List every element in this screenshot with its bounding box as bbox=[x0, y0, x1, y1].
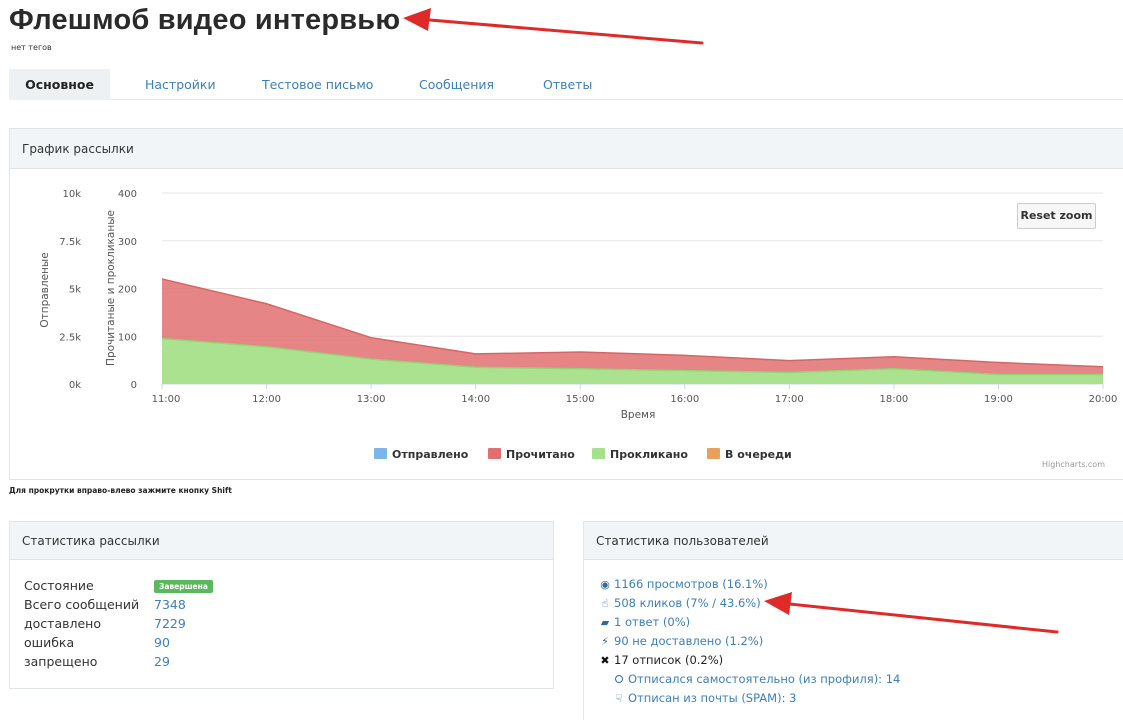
stat-row-forbidden: запрещено 29 bbox=[24, 652, 544, 671]
mailing-stats-title: Статистика рассылки bbox=[10, 522, 553, 560]
x-tick-label: 13:00 bbox=[357, 394, 386, 405]
y-right-axis-title: Прочитаные и прокликаные bbox=[105, 210, 117, 366]
stat-row-delivered: доставлено 7229 bbox=[24, 614, 544, 633]
stat-undelivered[interactable]: ⚡ 90 не доставлено (1.2%) bbox=[598, 632, 763, 651]
user-stats-title: Статистика пользователей bbox=[584, 522, 1123, 560]
x-tick-label: 20:00 bbox=[1089, 394, 1118, 405]
legend-swatch bbox=[592, 448, 605, 459]
stat-unsub-profile[interactable]: ⭘ Отписался самостоятельно (из профиля): … bbox=[612, 670, 901, 689]
thumbs-down-icon: ☟ bbox=[615, 692, 623, 705]
x-tick-label: 15:00 bbox=[566, 394, 595, 405]
x-tick-label: 19:00 bbox=[984, 394, 1013, 405]
close-icon: ✖ bbox=[600, 654, 610, 667]
x-tick-label: 17:00 bbox=[775, 394, 804, 405]
stat-label: Состояние bbox=[24, 578, 94, 593]
x-tick-label: 16:00 bbox=[670, 394, 699, 405]
stat-clicks[interactable]: ☝ 508 кликов (7% / 43.6%) bbox=[598, 594, 761, 613]
x-tick-label: 11:00 bbox=[152, 394, 181, 405]
y-right-tick-label: 400 bbox=[118, 189, 137, 200]
legend-item: В очереди bbox=[725, 448, 792, 461]
stat-answers[interactable]: ▰ 1 ответ (0%) bbox=[598, 613, 690, 632]
x-tick-label: 14:00 bbox=[461, 394, 490, 405]
y-right-tick-label: 100 bbox=[118, 332, 137, 343]
comment-icon: ▰ bbox=[600, 616, 610, 629]
legend-swatch bbox=[488, 448, 501, 459]
bolt-icon: ⚡ bbox=[601, 635, 609, 648]
y-left-axis-title: Отправленые bbox=[39, 252, 51, 327]
stat-value-link[interactable]: 90 bbox=[154, 633, 170, 652]
stat-value-link[interactable]: 7229 bbox=[154, 614, 186, 633]
tab-answers[interactable]: Ответы bbox=[543, 69, 592, 100]
page-title: Флешмоб видео интервью bbox=[9, 4, 401, 36]
y-left-tick-label: 0k bbox=[69, 380, 81, 391]
stat-row-status: Состояние Завершена bbox=[24, 576, 544, 595]
stat-unsub-spam[interactable]: ☟ Отписан из почты (SPAM): 3 bbox=[612, 689, 797, 708]
stat-label: запрещено bbox=[24, 654, 98, 669]
x-tick-label: 18:00 bbox=[879, 394, 908, 405]
tab-messages[interactable]: Сообщения bbox=[419, 69, 494, 100]
stat-value-link[interactable]: 29 bbox=[154, 652, 170, 671]
stat-label: ошибка bbox=[24, 635, 75, 650]
tab-bar: Основное Настройки Тестовое письмо Сообщ… bbox=[9, 69, 1123, 100]
y-left-tick-label: 2.5k bbox=[59, 332, 81, 343]
y-left-tick-label: 7.5k bbox=[59, 237, 81, 248]
status-badge: Завершена bbox=[154, 580, 213, 593]
tab-test-letter[interactable]: Тестовое письмо bbox=[262, 69, 373, 100]
y-right-tick-label: 200 bbox=[118, 285, 137, 296]
stat-label: Всего сообщений bbox=[24, 597, 140, 612]
stat-row-total: Всего сообщений 7348 bbox=[24, 595, 544, 614]
chart-panel-title: График рассылки bbox=[10, 129, 1123, 169]
ban-icon: ⭘ bbox=[614, 673, 624, 686]
y-right-tick-label: 300 bbox=[118, 237, 137, 248]
user-stats-panel: Статистика пользователей ◉ 1166 просмотро… bbox=[583, 521, 1123, 720]
x-tick-label: 12:00 bbox=[252, 394, 281, 405]
tab-main[interactable]: Основное bbox=[9, 69, 110, 100]
stat-label: доставлено bbox=[24, 616, 101, 631]
mailing-chart[interactable]: 0k 2.5k 5k 7.5k 10k 0 100 200 300 400 Отправленые П… bbox=[10, 170, 1123, 480]
legend-item: Прокликано bbox=[610, 448, 688, 461]
y-right-tick-label: 0 bbox=[131, 380, 137, 391]
reset-zoom-button[interactable]: Reset zoom bbox=[1017, 203, 1096, 229]
x-axis-title: Время bbox=[621, 409, 656, 421]
legend-item: Прочитано bbox=[506, 448, 575, 461]
legend-swatch bbox=[707, 448, 720, 459]
scroll-hint: Для прокрутки вправо-влево зажмите кнопк… bbox=[9, 486, 232, 495]
chart-panel: График рассылки 0k 2.5k 5k 7.5k 10k 0 100 200 30… bbox=[9, 128, 1123, 480]
arrow-to-title bbox=[403, 8, 704, 45]
y-left-tick-label: 5k bbox=[69, 285, 81, 296]
tab-settings[interactable]: Настройки bbox=[145, 69, 216, 100]
y-left-tick-label: 10k bbox=[62, 189, 81, 200]
legend-swatch bbox=[374, 448, 387, 459]
tags-label: нет тегов bbox=[11, 43, 52, 52]
stat-row-error: ошибка 90 bbox=[24, 633, 544, 652]
mailing-stats-panel: Статистика рассылки Состояние Завершена … bbox=[9, 521, 554, 689]
stat-value-link[interactable]: 7348 bbox=[154, 595, 186, 614]
eye-icon: ◉ bbox=[600, 578, 610, 591]
pointer-hand-icon: ☝ bbox=[601, 597, 609, 610]
stat-unsubscribes: ✖ 17 отписок (0.2%) bbox=[598, 651, 723, 670]
stat-views[interactable]: ◉ 1166 просмотров (16.1%) bbox=[598, 575, 768, 594]
legend-item: Отправлено bbox=[392, 448, 469, 461]
highcharts-credits: Highcharts.com bbox=[1042, 460, 1105, 469]
